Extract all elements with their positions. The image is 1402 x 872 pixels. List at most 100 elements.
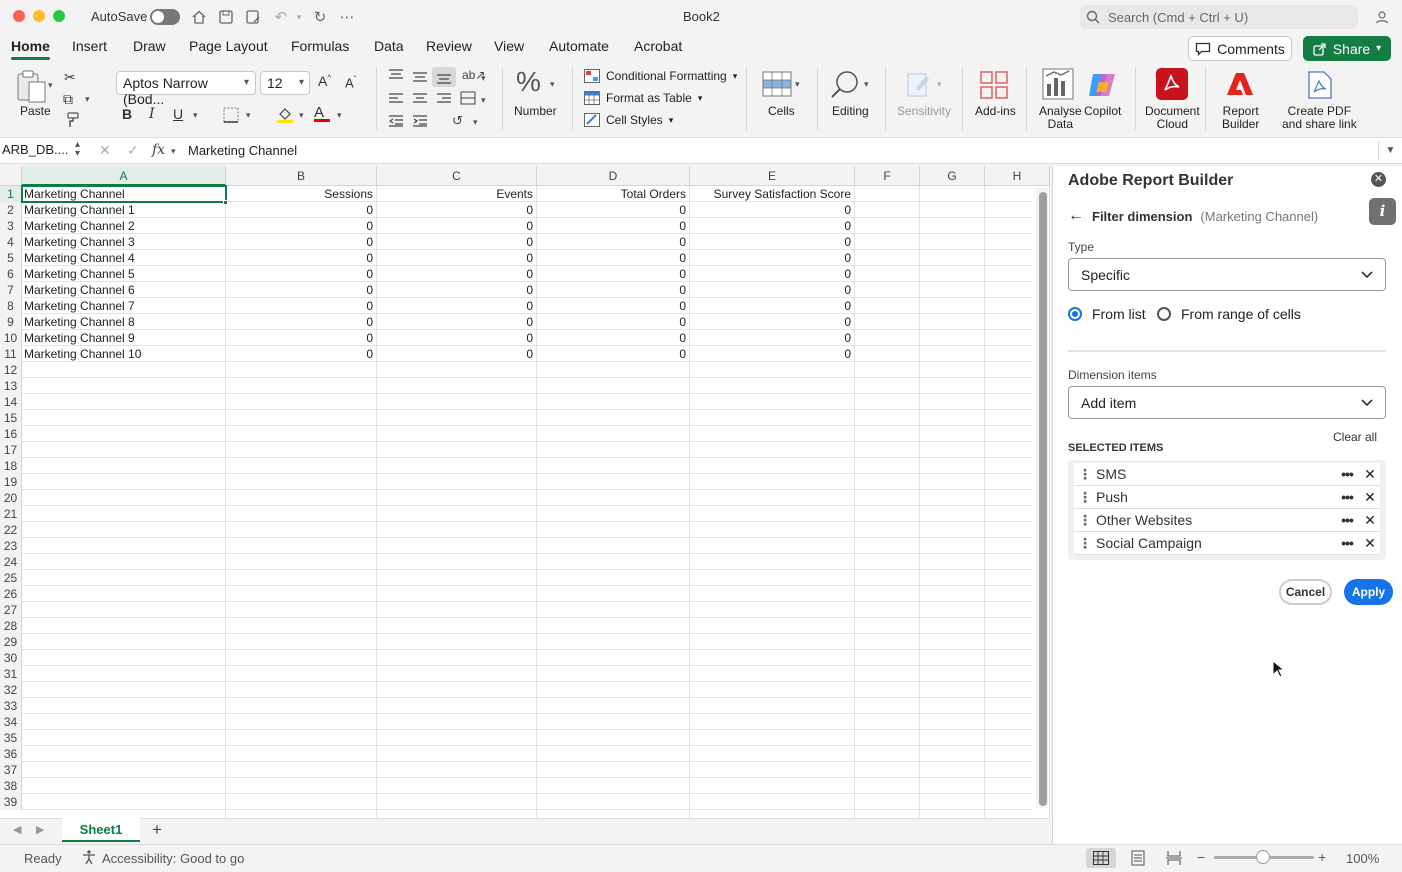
table-cell[interactable]: 0 (226, 314, 376, 330)
more-options-icon[interactable]: ••• (1334, 535, 1360, 551)
table-cell[interactable]: Marketing Channel 3 (22, 234, 225, 250)
bold-icon[interactable]: B (122, 106, 132, 122)
row-header[interactable]: 12 (0, 362, 22, 378)
editing-dropdown-icon[interactable]: ▾ (864, 79, 869, 90)
table-cell[interactable]: 0 (690, 330, 854, 346)
table-cell[interactable]: Marketing Channel 10 (22, 346, 225, 362)
row-header[interactable]: 1 (0, 186, 22, 202)
table-cell[interactable]: 0 (377, 234, 536, 250)
column-header-g[interactable]: G (920, 166, 985, 186)
drag-handle-icon[interactable]: ⋮ (1074, 489, 1096, 506)
align-top-icon[interactable] (389, 69, 403, 84)
table-cell[interactable]: 0 (690, 250, 854, 266)
format-painter-icon[interactable] (64, 112, 80, 131)
row-header[interactable]: 22 (0, 522, 22, 538)
decrease-font-size-icon[interactable]: Aˇ (345, 75, 356, 90)
vertical-scrollbar-thumb[interactable] (1039, 192, 1047, 806)
table-cell[interactable]: 0 (690, 218, 854, 234)
row-header[interactable]: 13 (0, 378, 22, 394)
spreadsheet-grid[interactable]: A B C D E F G H 1 2 3 4 5 6 7 8 9 10 11 12 13 14 15 16 17 18 19 20 2… (0, 166, 1050, 818)
row-header[interactable]: 34 (0, 714, 22, 730)
row-header[interactable]: 17 (0, 442, 22, 458)
function-dropdown-icon[interactable]: ▾ (171, 146, 176, 157)
zoom-level[interactable]: 100% (1346, 851, 1379, 866)
row-header[interactable]: 19 (0, 474, 22, 490)
next-sheet-icon[interactable]: ▶ (36, 823, 44, 836)
maximize-window-button[interactable] (53, 10, 65, 22)
remove-item-icon[interactable]: ✕ (1360, 512, 1380, 529)
name-box-stepper-icon[interactable]: ▴ ▾ (75, 140, 80, 159)
font-color-icon[interactable]: A (314, 104, 330, 122)
tab-view[interactable]: View (494, 38, 524, 54)
table-cell[interactable]: 0 (226, 250, 376, 266)
font-color-dropdown-icon[interactable]: ▾ (337, 110, 342, 121)
editing-search-icon[interactable] (830, 70, 860, 103)
page-layout-view-icon[interactable] (1131, 850, 1145, 869)
borders-dropdown-icon[interactable]: ▾ (246, 110, 251, 121)
copy-dropdown-icon[interactable]: ▾ (85, 94, 90, 105)
info-icon[interactable]: i (1369, 198, 1396, 225)
table-cell[interactable]: Survey Satisfaction Score (690, 186, 854, 202)
cell-styles-button[interactable]: Cell Styles ▾ (584, 113, 673, 127)
column-header-b[interactable]: B (226, 166, 377, 186)
align-middle-icon[interactable] (413, 71, 427, 86)
select-all-corner[interactable] (0, 166, 22, 186)
row-header[interactable]: 10 (0, 330, 22, 346)
wrap-text-icon[interactable] (460, 91, 476, 108)
row-header[interactable]: 31 (0, 666, 22, 682)
addins-icon[interactable] (979, 70, 1009, 103)
name-box[interactable]: ARB_DB.... (2, 142, 68, 157)
tab-review[interactable]: Review (426, 38, 472, 54)
add-item-select[interactable]: Add item (1068, 386, 1386, 419)
orientation-dropdown-icon[interactable]: ▾ (481, 73, 486, 84)
save-as-icon[interactable] (244, 8, 262, 26)
zoom-out-icon[interactable]: − (1197, 849, 1205, 865)
format-as-table-button[interactable]: Format as Table ▾ (584, 91, 702, 105)
decrease-indent-icon[interactable] (388, 115, 403, 130)
clear-all-link[interactable]: Clear all (1333, 430, 1377, 444)
tab-formulas[interactable]: Formulas (291, 38, 349, 54)
drag-handle-icon[interactable]: ⋮ (1074, 512, 1096, 529)
table-cell[interactable]: 0 (226, 282, 376, 298)
table-cell[interactable]: Total Orders (537, 186, 689, 202)
table-cell[interactable]: 0 (226, 234, 376, 250)
fill-color-icon[interactable] (276, 106, 294, 127)
table-cell[interactable]: 0 (690, 314, 854, 330)
table-cell[interactable]: 0 (537, 218, 689, 234)
confirm-entry-icon[interactable]: ✓ (127, 142, 139, 159)
report-builder-icon[interactable] (1227, 72, 1253, 99)
merge-dropdown-icon[interactable]: ▾ (481, 95, 486, 106)
table-cell[interactable]: 0 (377, 314, 536, 330)
accessibility-icon[interactable] (81, 849, 97, 868)
column-header-e[interactable]: E (690, 166, 855, 186)
undo-dropdown-icon[interactable]: ▾ (290, 8, 308, 26)
row-header[interactable]: 24 (0, 554, 22, 570)
row-header[interactable]: 9 (0, 314, 22, 330)
cut-icon[interactable]: ✂ (64, 69, 76, 86)
home-icon[interactable] (190, 8, 208, 26)
radio-from-range[interactable]: From range of cells (1157, 306, 1301, 322)
tab-draw[interactable]: Draw (133, 38, 166, 54)
column-header-d[interactable]: D (537, 166, 690, 186)
remove-item-icon[interactable]: ✕ (1360, 535, 1380, 552)
table-cell[interactable]: 0 (226, 202, 376, 218)
tab-insert[interactable]: Insert (72, 38, 107, 54)
fill-handle[interactable] (223, 200, 228, 205)
table-cell[interactable]: Marketing Channel 5 (22, 266, 225, 282)
table-cell[interactable]: Marketing Channel 1 (22, 202, 225, 218)
row-header[interactable]: 21 (0, 506, 22, 522)
row-header[interactable]: 32 (0, 682, 22, 698)
row-header[interactable]: 33 (0, 698, 22, 714)
cells-dropdown-icon[interactable]: ▾ (795, 79, 800, 90)
increase-font-size-icon[interactable]: A^ (318, 73, 331, 89)
align-center-icon[interactable] (413, 93, 427, 108)
table-cell[interactable]: Marketing Channel 6 (22, 282, 225, 298)
redo-icon[interactable]: ↻ (311, 8, 329, 26)
formula-input[interactable]: Marketing Channel (188, 143, 297, 158)
cancel-entry-icon[interactable]: ✕ (99, 142, 111, 159)
row-header[interactable]: 36 (0, 746, 22, 762)
table-cell[interactable]: Marketing Channel (22, 186, 225, 202)
align-left-icon[interactable] (389, 93, 403, 108)
sensitivity-dropdown-icon[interactable]: ▾ (937, 79, 942, 90)
column-header-f[interactable]: F (855, 166, 920, 186)
